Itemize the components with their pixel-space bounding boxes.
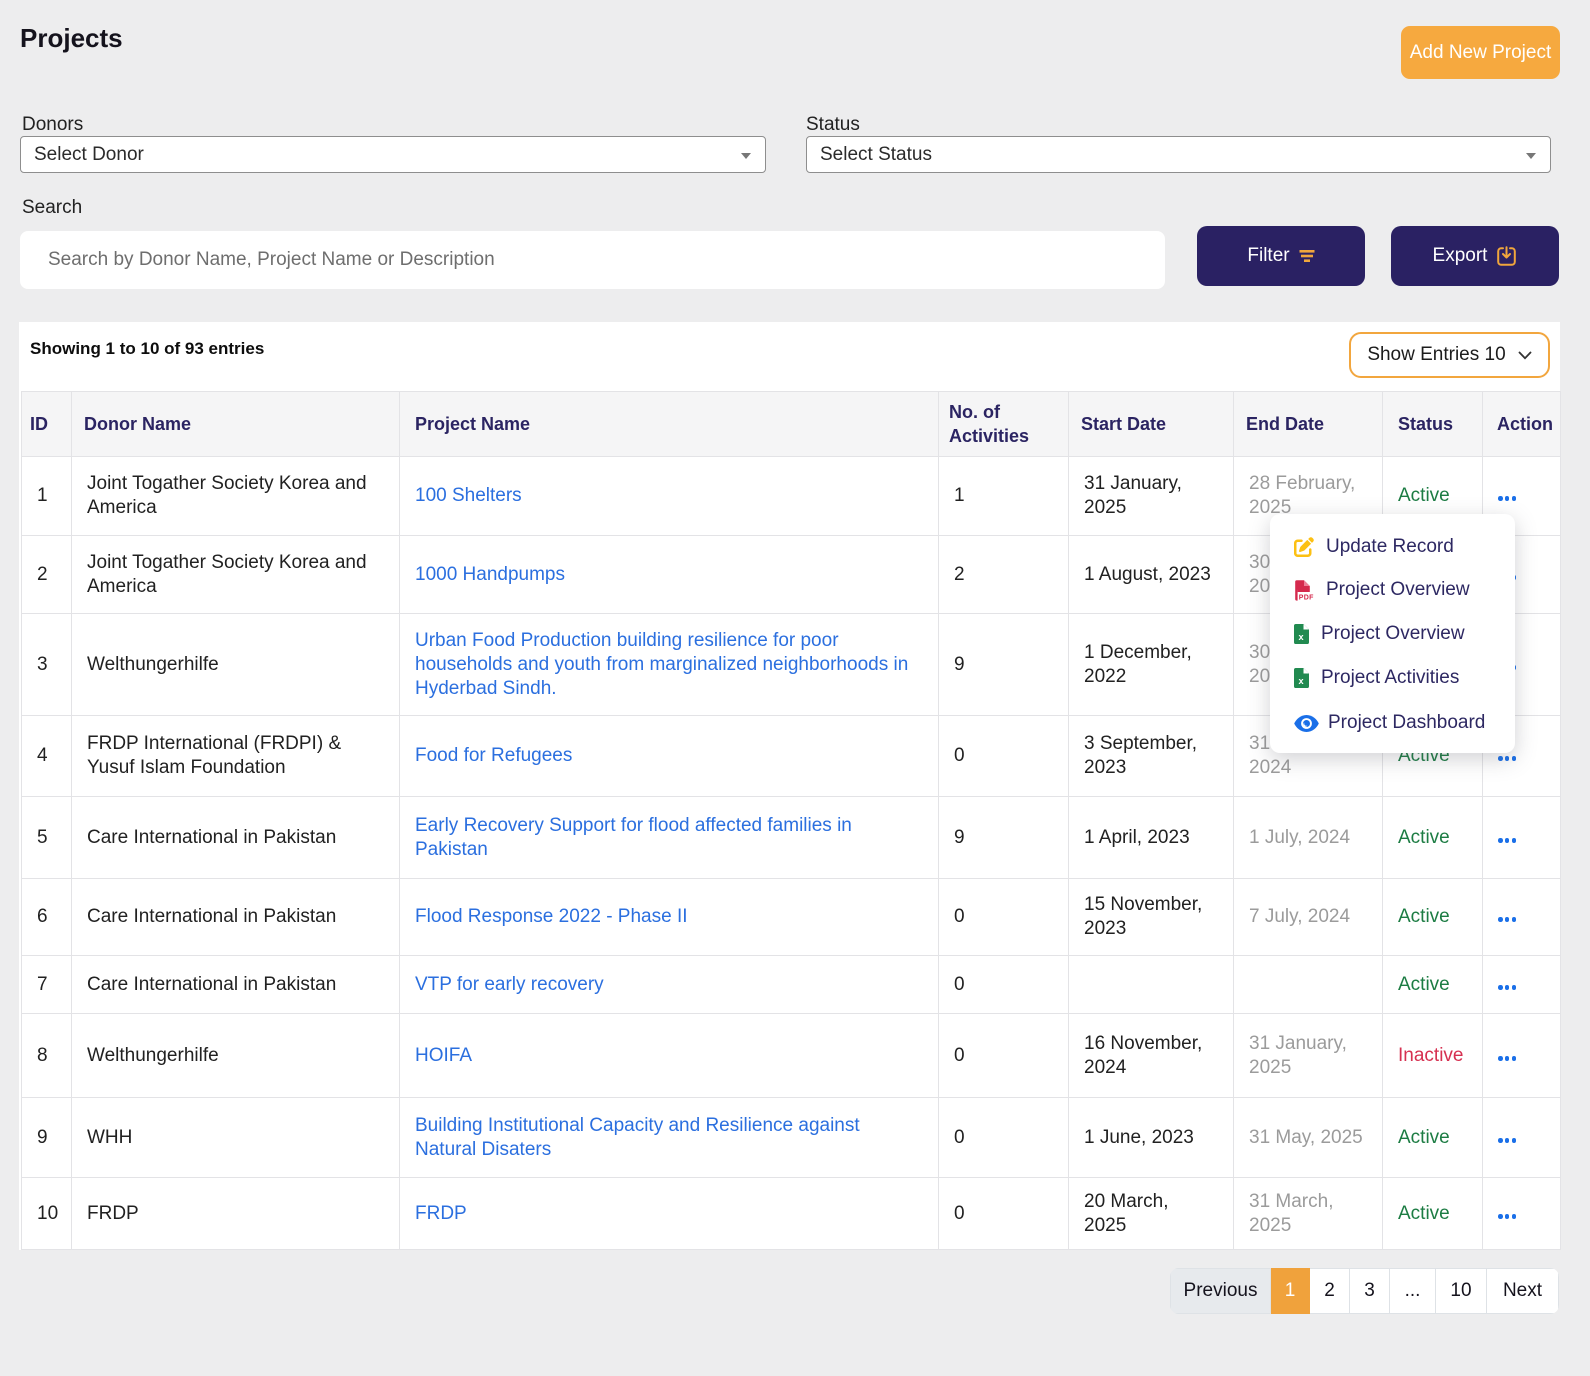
- svg-text:PDF: PDF: [1299, 594, 1314, 601]
- svg-text:x: x: [1298, 676, 1304, 686]
- svg-text:x: x: [1298, 632, 1304, 642]
